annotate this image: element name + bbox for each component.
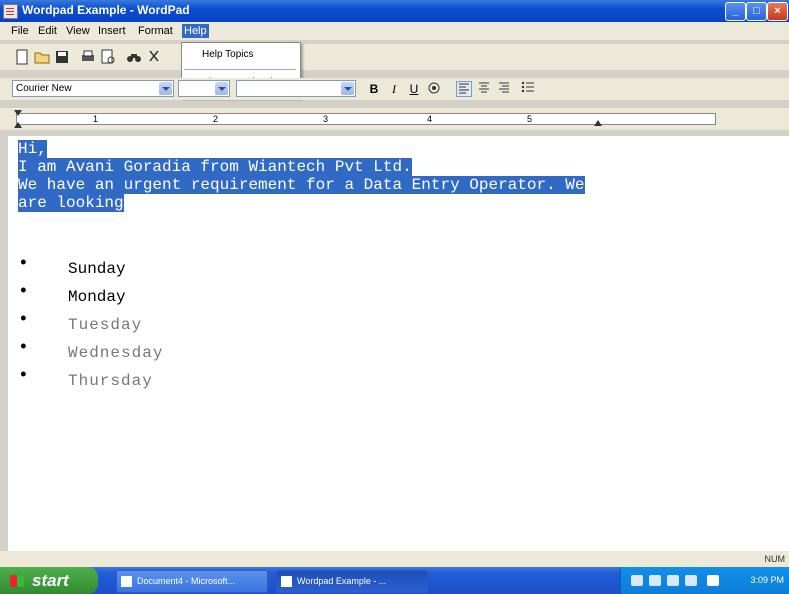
bullets-icon[interactable] [520,81,536,97]
print-preview-icon[interactable] [100,49,118,65]
menu-separator [184,69,296,70]
format-toolbar: Courier New B I U [0,78,789,100]
status-bar: NUM [0,551,789,567]
font-size-select[interactable] [178,80,230,97]
list-item[interactable]: • Sunday [18,255,418,288]
underline-button[interactable]: U [406,81,422,97]
menu-bar: File Edit View Insert Format Help [0,22,789,40]
bullet-icon: • [18,254,29,274]
tray-icon[interactable] [631,575,643,586]
close-button[interactable]: × [767,2,788,21]
ruler-number: 1 [93,114,99,124]
cut-scissors-icon[interactable] [146,49,164,65]
taskbar-item-document4[interactable]: Document4 - Microsoft... [116,570,268,593]
chevron-down-icon[interactable] [215,82,228,95]
color-palette-icon[interactable] [426,81,442,97]
menu-file[interactable]: File [9,24,31,38]
wordpad-app-icon[interactable] [3,4,18,19]
menu-insert[interactable]: Insert [96,24,128,38]
chevron-down-icon[interactable] [341,82,354,95]
menu-view[interactable]: View [64,24,92,38]
system-tray: 3:09 PM [620,567,789,594]
font-name-select[interactable]: Courier New [12,80,174,97]
document-editor[interactable]: Hi, I am Avani Goradia from Wiantech Pvt… [8,136,789,551]
standard-toolbar [0,44,789,70]
ruler-number: 4 [427,114,433,124]
right-indent-marker[interactable] [594,120,602,126]
menu-help-topics[interactable]: Help Topics [182,45,300,65]
list-item[interactable]: • Monday [18,283,418,316]
text-line-4[interactable]: are looking [18,194,124,212]
num-lock-indicator: NUM [764,554,786,564]
menu-edit[interactable]: Edit [36,24,59,38]
minimize-button[interactable]: _ [725,2,746,21]
security-shield-icon[interactable] [707,575,719,586]
bullet-icon: • [18,282,29,302]
network-icon[interactable] [667,575,679,586]
start-button[interactable]: start [0,567,98,594]
chevron-down-icon[interactable] [159,82,172,95]
font-name-value: Courier New [16,83,72,94]
bold-button[interactable]: B [366,81,382,97]
taskbar-item-wordpad[interactable]: Wordpad Example - ... [276,570,428,593]
print-icon[interactable] [80,49,98,65]
find-binoculars-icon[interactable] [126,49,144,65]
maximize-button[interactable]: □ [746,2,767,21]
taskbar: start Document4 - Microsoft... Wordpad E… [0,567,789,594]
windows-flag-icon [10,575,24,587]
list-item[interactable]: • Wednesday [18,339,418,372]
bullet-icon: • [18,310,29,330]
align-center-icon[interactable] [476,81,492,97]
left-indent-marker[interactable] [14,122,22,128]
menu-help[interactable]: Help [182,24,209,38]
save-disk-icon[interactable] [54,49,72,65]
text-line-3[interactable]: We have an urgent requirement for a Data… [18,176,585,194]
text-line-2[interactable]: I am Avani Goradia from Wiantech Pvt Ltd… [18,158,412,176]
align-right-icon[interactable] [496,81,512,97]
menu-format[interactable]: Format [136,24,175,38]
italic-button[interactable]: I [386,81,402,97]
ruler-number: 5 [527,114,533,124]
start-label: start [32,571,69,590]
window-title: Wordpad Example - WordPad [22,3,190,17]
ruler-number: 3 [323,114,329,124]
bullet-icon: • [18,366,29,386]
volume-icon[interactable] [685,575,697,586]
open-folder-icon[interactable] [34,49,52,65]
title-bar[interactable]: Wordpad Example - WordPad _ □ × [0,0,789,22]
script-select[interactable] [236,80,356,97]
ruler-strip[interactable]: 1 2 3 4 5 [16,113,716,125]
clock[interactable]: 3:09 PM [750,575,784,585]
tray-icon[interactable] [649,575,661,586]
new-document-icon[interactable] [14,49,32,65]
list-item[interactable]: • Thursday [18,367,418,400]
ruler[interactable]: 1 2 3 4 5 [0,108,789,130]
list-item[interactable]: • Tuesday [18,311,418,344]
text-line-1[interactable]: Hi, [18,140,47,158]
first-line-indent-marker[interactable] [14,110,22,116]
ruler-number: 2 [213,114,219,124]
wordpad-icon [281,576,292,587]
bullet-icon: • [18,338,29,358]
align-left-icon[interactable] [456,81,472,97]
word-document-icon [121,576,132,587]
document-text[interactable]: Hi, I am Avani Goradia from Wiantech Pvt… [18,140,789,390]
